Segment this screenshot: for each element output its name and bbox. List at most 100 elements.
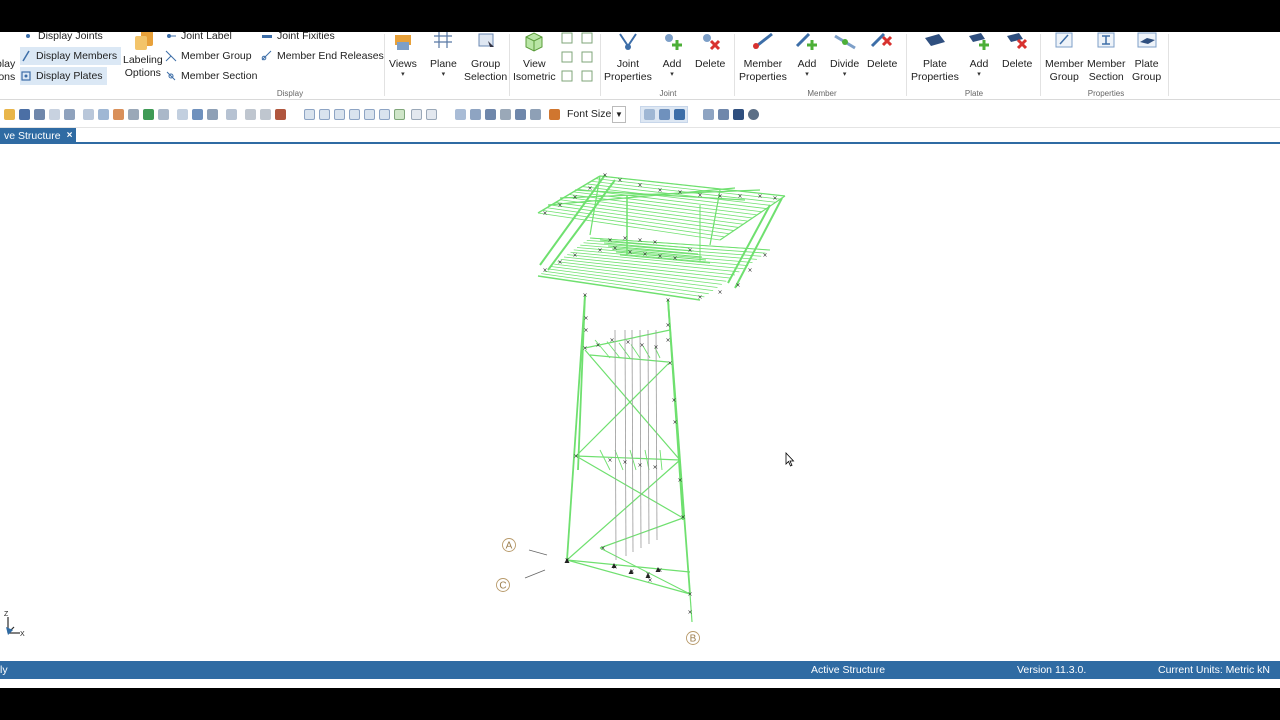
joint-marker[interactable]: × <box>747 267 752 274</box>
member-end-releases-toggle[interactable]: Member End Releases <box>261 47 384 65</box>
joint-marker[interactable]: × <box>717 289 722 296</box>
joint-marker[interactable]: × <box>671 397 676 404</box>
select-node-icon[interactable] <box>530 109 541 120</box>
member-line[interactable] <box>566 459 681 561</box>
joint-marker[interactable]: × <box>652 239 657 246</box>
column-member[interactable] <box>689 593 693 623</box>
joint-marker[interactable]: × <box>609 337 614 344</box>
view-isometric-button[interactable]: View Isometric <box>513 32 556 84</box>
joint-marker[interactable]: × <box>602 172 607 179</box>
member-properties-button[interactable]: Member Properties <box>739 32 787 84</box>
deck-member[interactable] <box>541 273 705 298</box>
zoom-dynamic-icon[interactable] <box>98 109 109 120</box>
select-plate-icon[interactable] <box>485 109 496 120</box>
select-solid-icon[interactable] <box>500 109 511 120</box>
joint-marker[interactable]: × <box>627 249 632 256</box>
view-small-icon[interactable] <box>561 32 573 44</box>
print-icon[interactable] <box>64 109 75 120</box>
view-small-icon[interactable] <box>581 70 593 82</box>
view-front-icon[interactable] <box>304 109 315 120</box>
deck-member[interactable] <box>544 270 709 295</box>
joint-marker[interactable]: × <box>657 187 662 194</box>
joint-marker[interactable]: × <box>587 185 592 192</box>
plate-delete-button[interactable]: Delete <box>1002 32 1032 71</box>
select-member-icon[interactable] <box>470 109 481 120</box>
deck-member[interactable] <box>547 268 714 292</box>
joint-label-toggle[interactable]: Joint Label <box>165 32 232 45</box>
close-icon[interactable]: × <box>67 128 73 144</box>
display-icon[interactable] <box>226 109 237 120</box>
joint-properties-button[interactable]: Joint Properties <box>604 32 652 84</box>
grid-line[interactable] <box>528 549 548 556</box>
joint-marker[interactable]: × <box>665 337 670 344</box>
view-small-icon[interactable] <box>561 51 573 63</box>
grid-line[interactable] <box>524 569 546 579</box>
joint-marker[interactable]: × <box>607 237 612 244</box>
joint-marker[interactable]: × <box>557 259 562 266</box>
plate-properties-button[interactable]: Plate Properties <box>911 32 959 84</box>
undo-icon[interactable] <box>245 109 256 120</box>
joint-marker[interactable]: × <box>557 202 562 209</box>
zoom-window-icon[interactable] <box>83 109 94 120</box>
joint-marker[interactable]: × <box>672 419 677 426</box>
column-member[interactable] <box>667 299 684 521</box>
member-group-label-toggle[interactable]: Member Group <box>165 47 252 65</box>
member-cursor-icon[interactable] <box>659 109 670 120</box>
snap-icon[interactable] <box>275 109 286 120</box>
view-left-icon[interactable] <box>334 109 345 120</box>
joint-marker[interactable]: × <box>737 193 742 200</box>
joint-cursor-icon[interactable] <box>644 109 655 120</box>
structure-viewport[interactable]: × × × × × × × × × × × × × × × × × × × × × × × × × × × × × × × × × × × × × × × ×… <box>0 146 1280 661</box>
redo-view-icon[interactable] <box>158 109 169 120</box>
copy-icon[interactable] <box>49 109 60 120</box>
joint-marker[interactable]: × <box>622 235 627 242</box>
joint-marker[interactable]: × <box>637 462 642 469</box>
joint-marker[interactable]: × <box>735 282 740 289</box>
vertical-pipe[interactable] <box>639 329 642 549</box>
joint-marker[interactable]: × <box>762 252 767 259</box>
save-icon[interactable] <box>19 109 30 120</box>
view-section-icon[interactable] <box>426 109 437 120</box>
redo-icon[interactable] <box>260 109 271 120</box>
member-section-button[interactable]: Member Section <box>1087 32 1126 84</box>
joint-marker[interactable]: × <box>677 189 682 196</box>
joint-marker[interactable]: × <box>677 477 682 484</box>
member-line[interactable] <box>547 179 616 271</box>
member-line[interactable] <box>566 559 691 595</box>
display-members-toggle[interactable]: Display Members <box>20 47 122 65</box>
dimension-icon[interactable] <box>703 109 714 120</box>
joint-marker[interactable]: × <box>672 255 677 262</box>
joint-marker[interactable]: × <box>653 344 658 351</box>
joint-marker[interactable]: × <box>573 453 578 460</box>
font-size-dropdown[interactable]: ▼ <box>612 106 626 123</box>
joint-marker[interactable]: × <box>717 193 722 200</box>
measure-icon[interactable] <box>718 109 729 120</box>
joint-marker[interactable]: × <box>687 609 692 616</box>
column-member[interactable] <box>566 294 586 561</box>
view-small-icon[interactable] <box>581 51 593 63</box>
undo-view-icon[interactable] <box>143 109 154 120</box>
joint-marker[interactable]: × <box>625 339 630 346</box>
plate-cursor-icon[interactable] <box>674 109 685 120</box>
deck-edge-member[interactable] <box>537 275 701 301</box>
select-joint-icon[interactable] <box>455 109 466 120</box>
joint-marker[interactable]: × <box>665 322 670 329</box>
joint-delete-button[interactable]: Delete <box>695 32 725 71</box>
joint-marker[interactable]: × <box>600 545 605 552</box>
joint-fixities-toggle[interactable]: Joint Fixities <box>261 32 335 45</box>
selection-filter-icon[interactable] <box>549 109 560 120</box>
deck-member[interactable] <box>537 212 721 241</box>
joint-marker[interactable]: × <box>637 237 642 244</box>
member-line[interactable] <box>575 455 684 519</box>
render-icon[interactable] <box>748 109 759 120</box>
view-iso-icon[interactable] <box>394 109 405 120</box>
labeling-options-button[interactable]: Labeling Options <box>123 32 163 80</box>
joint-marker[interactable]: × <box>697 294 702 301</box>
joint-marker[interactable]: × <box>595 342 600 349</box>
joint-marker[interactable]: × <box>639 342 644 349</box>
joint-marker[interactable]: × <box>582 345 587 352</box>
joint-marker[interactable]: × <box>542 267 547 274</box>
joint-marker[interactable]: × <box>772 195 777 202</box>
joint-marker[interactable]: × <box>612 245 617 252</box>
joint-marker[interactable]: × <box>647 577 652 584</box>
